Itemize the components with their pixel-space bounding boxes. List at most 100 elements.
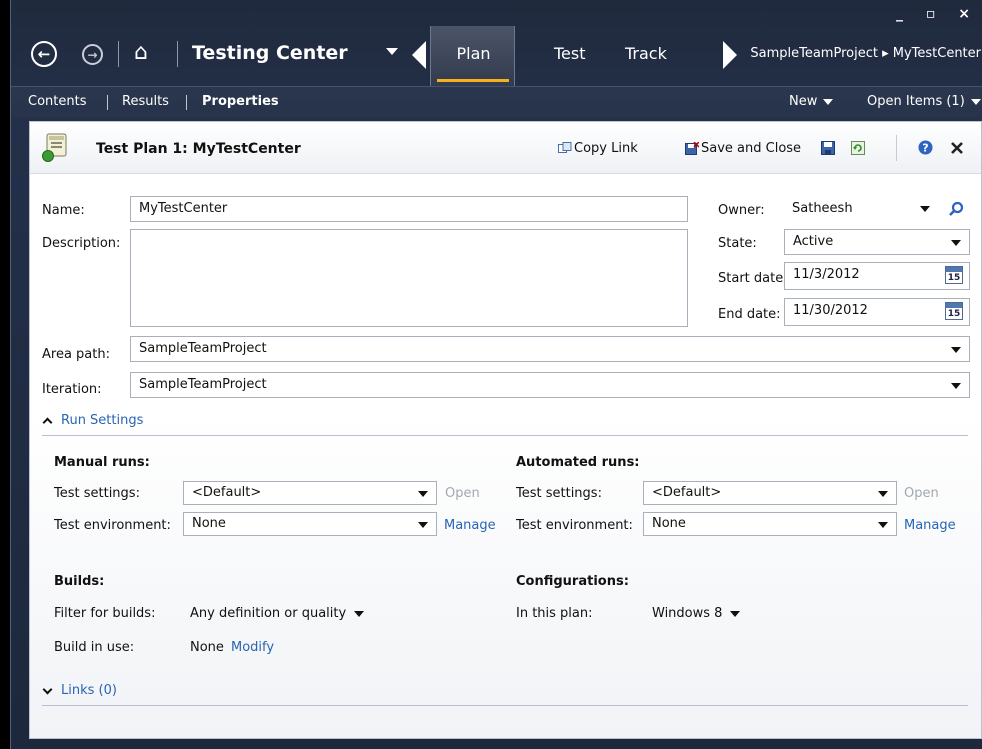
- tab-test[interactable]: Test: [554, 44, 586, 63]
- chevron-down-icon: [418, 522, 428, 528]
- start-date-input[interactable]: 11/3/2012 15: [784, 262, 970, 290]
- chevron-down-icon: [951, 347, 961, 353]
- testing-center-window: _ ▫ × ← → ⌂ Testing Center Plan Test Tra…: [10, 0, 982, 749]
- in-this-plan-label: In this plan:: [516, 606, 593, 621]
- manual-test-settings-dropdown[interactable]: <Default>: [183, 481, 437, 505]
- links-toggle[interactable]: Links (0): [42, 683, 117, 698]
- iteration-label: Iteration:: [42, 382, 102, 397]
- area-path-dropdown[interactable]: SampleTeamProject: [130, 336, 970, 362]
- back-arrow-icon[interactable]: ←: [31, 41, 57, 67]
- manual-open-link[interactable]: Open: [445, 486, 480, 501]
- configurations-dropdown[interactable]: Windows 8: [652, 606, 741, 621]
- save-and-close-button[interactable]: Save and Close: [685, 141, 801, 156]
- help-icon[interactable]: ?: [918, 140, 933, 155]
- refresh-icon[interactable]: [851, 141, 865, 155]
- description-input[interactable]: [130, 229, 688, 327]
- chevron-down-icon: [823, 98, 834, 105]
- automated-runs-heading: Automated runs:: [516, 455, 640, 470]
- start-date-value: 11/3/2012: [793, 267, 860, 282]
- state-value: Active: [793, 234, 834, 249]
- search-icon[interactable]: [948, 201, 964, 217]
- sub-navigation: Contents Results Properties New Open Ite…: [11, 86, 982, 118]
- automated-manage-link[interactable]: Manage: [904, 518, 956, 533]
- calendar-icon[interactable]: 15: [945, 266, 963, 284]
- test-plan-properties-panel: Test Plan 1: MyTestCenter Copy Link Save…: [29, 121, 982, 739]
- new-menu-label: New: [789, 94, 818, 109]
- filter-for-builds-dropdown[interactable]: Any definition or quality: [190, 606, 365, 621]
- chevron-down-icon: [418, 491, 428, 497]
- new-menu-button[interactable]: New: [789, 94, 834, 109]
- name-label: Name:: [42, 203, 85, 218]
- copy-link-button[interactable]: Copy Link: [558, 141, 638, 156]
- nav-separator: [177, 41, 178, 67]
- chevron-up-icon: [42, 417, 53, 428]
- automated-test-settings-value: <Default>: [652, 485, 722, 500]
- end-date-value: 11/30/2012: [793, 303, 868, 318]
- run-settings-toggle[interactable]: Run Settings: [42, 413, 143, 428]
- save-icon[interactable]: [821, 141, 835, 155]
- subnav-separator: [107, 95, 108, 110]
- save-and-close-label: Save and Close: [701, 141, 802, 156]
- automated-open-link[interactable]: Open: [904, 486, 939, 501]
- copy-link-label: Copy Link: [574, 141, 638, 156]
- builds-heading: Builds:: [54, 574, 105, 589]
- owner-label: Owner:: [718, 203, 765, 218]
- plan-title: Test Plan 1: MyTestCenter: [96, 141, 301, 157]
- active-tab-indicator: [437, 79, 509, 82]
- tab-scroll-left-icon[interactable]: [412, 41, 426, 69]
- subnav-separator: [186, 95, 187, 110]
- name-input[interactable]: MyTestCenter: [130, 196, 688, 222]
- chevron-down-icon[interactable]: [386, 48, 398, 55]
- subnav-properties[interactable]: Properties: [202, 94, 279, 109]
- end-date-input[interactable]: 11/30/2012 15: [784, 298, 970, 326]
- filter-for-builds-value: Any definition or quality: [190, 606, 347, 621]
- manual-runs-heading: Manual runs:: [54, 455, 150, 470]
- chevron-down-icon: [951, 240, 961, 246]
- automated-test-environment-dropdown[interactable]: None: [643, 512, 897, 536]
- home-icon[interactable]: ⌂: [134, 40, 148, 65]
- panel-header: Test Plan 1: MyTestCenter Copy Link Save…: [30, 122, 981, 174]
- chevron-down-icon: [951, 383, 961, 389]
- subnav-contents[interactable]: Contents: [28, 94, 86, 109]
- tab-track[interactable]: Track: [625, 44, 667, 63]
- calendar-icon[interactable]: 15: [945, 302, 963, 320]
- forward-arrow-icon[interactable]: →: [82, 44, 103, 65]
- description-label: Description:: [42, 236, 121, 251]
- manual-test-environment-dropdown[interactable]: None: [183, 512, 437, 536]
- manual-manage-link[interactable]: Manage: [444, 518, 496, 533]
- modify-build-link[interactable]: Modify: [231, 640, 274, 655]
- tab-plan-label: Plan: [456, 44, 491, 63]
- section-divider: [42, 435, 968, 436]
- tab-scroll-right-icon[interactable]: [723, 41, 737, 69]
- chevron-down-icon: [970, 98, 981, 105]
- area-path-value: SampleTeamProject: [139, 341, 267, 356]
- end-date-label: End date:: [718, 307, 781, 322]
- manual-test-settings-label: Test settings:: [54, 486, 140, 501]
- project-breadcrumb[interactable]: SampleTeamProject ▸ MyTestCenter: [750, 46, 981, 61]
- links-heading: Links (0): [61, 683, 117, 698]
- header-separator: [896, 135, 897, 161]
- subnav-results[interactable]: Results: [122, 94, 169, 109]
- open-items-menu-button[interactable]: Open Items (1): [867, 94, 981, 109]
- close-icon[interactable]: [950, 141, 964, 155]
- area-path-label: Area path:: [42, 347, 110, 362]
- nav-separator: [118, 41, 119, 67]
- owner-dropdown[interactable]: Satheesh: [784, 196, 938, 222]
- panel-content: Name: MyTestCenter Description: Owner: S…: [30, 175, 981, 738]
- open-items-label: Open Items (1): [867, 94, 965, 109]
- automated-test-environment-value: None: [652, 516, 686, 531]
- chevron-down-icon: [42, 684, 53, 694]
- iteration-dropdown[interactable]: SampleTeamProject: [130, 372, 970, 398]
- automated-test-settings-dropdown[interactable]: <Default>: [643, 481, 897, 505]
- app-title[interactable]: Testing Center: [192, 42, 348, 64]
- chevron-down-icon: [878, 522, 888, 528]
- save-close-icon: [685, 142, 699, 155]
- filter-for-builds-label: Filter for builds:: [54, 606, 156, 621]
- tab-plan[interactable]: Plan: [430, 26, 515, 86]
- manual-test-environment-value: None: [192, 516, 226, 531]
- automated-test-environment-label: Test environment:: [516, 518, 633, 533]
- state-dropdown[interactable]: Active: [784, 229, 970, 255]
- window-controls[interactable]: _ ▫ ×: [896, 6, 979, 22]
- state-label: State:: [718, 236, 757, 251]
- navigation-bar: _ ▫ × ← → ⌂ Testing Center Plan Test Tra…: [11, 0, 982, 86]
